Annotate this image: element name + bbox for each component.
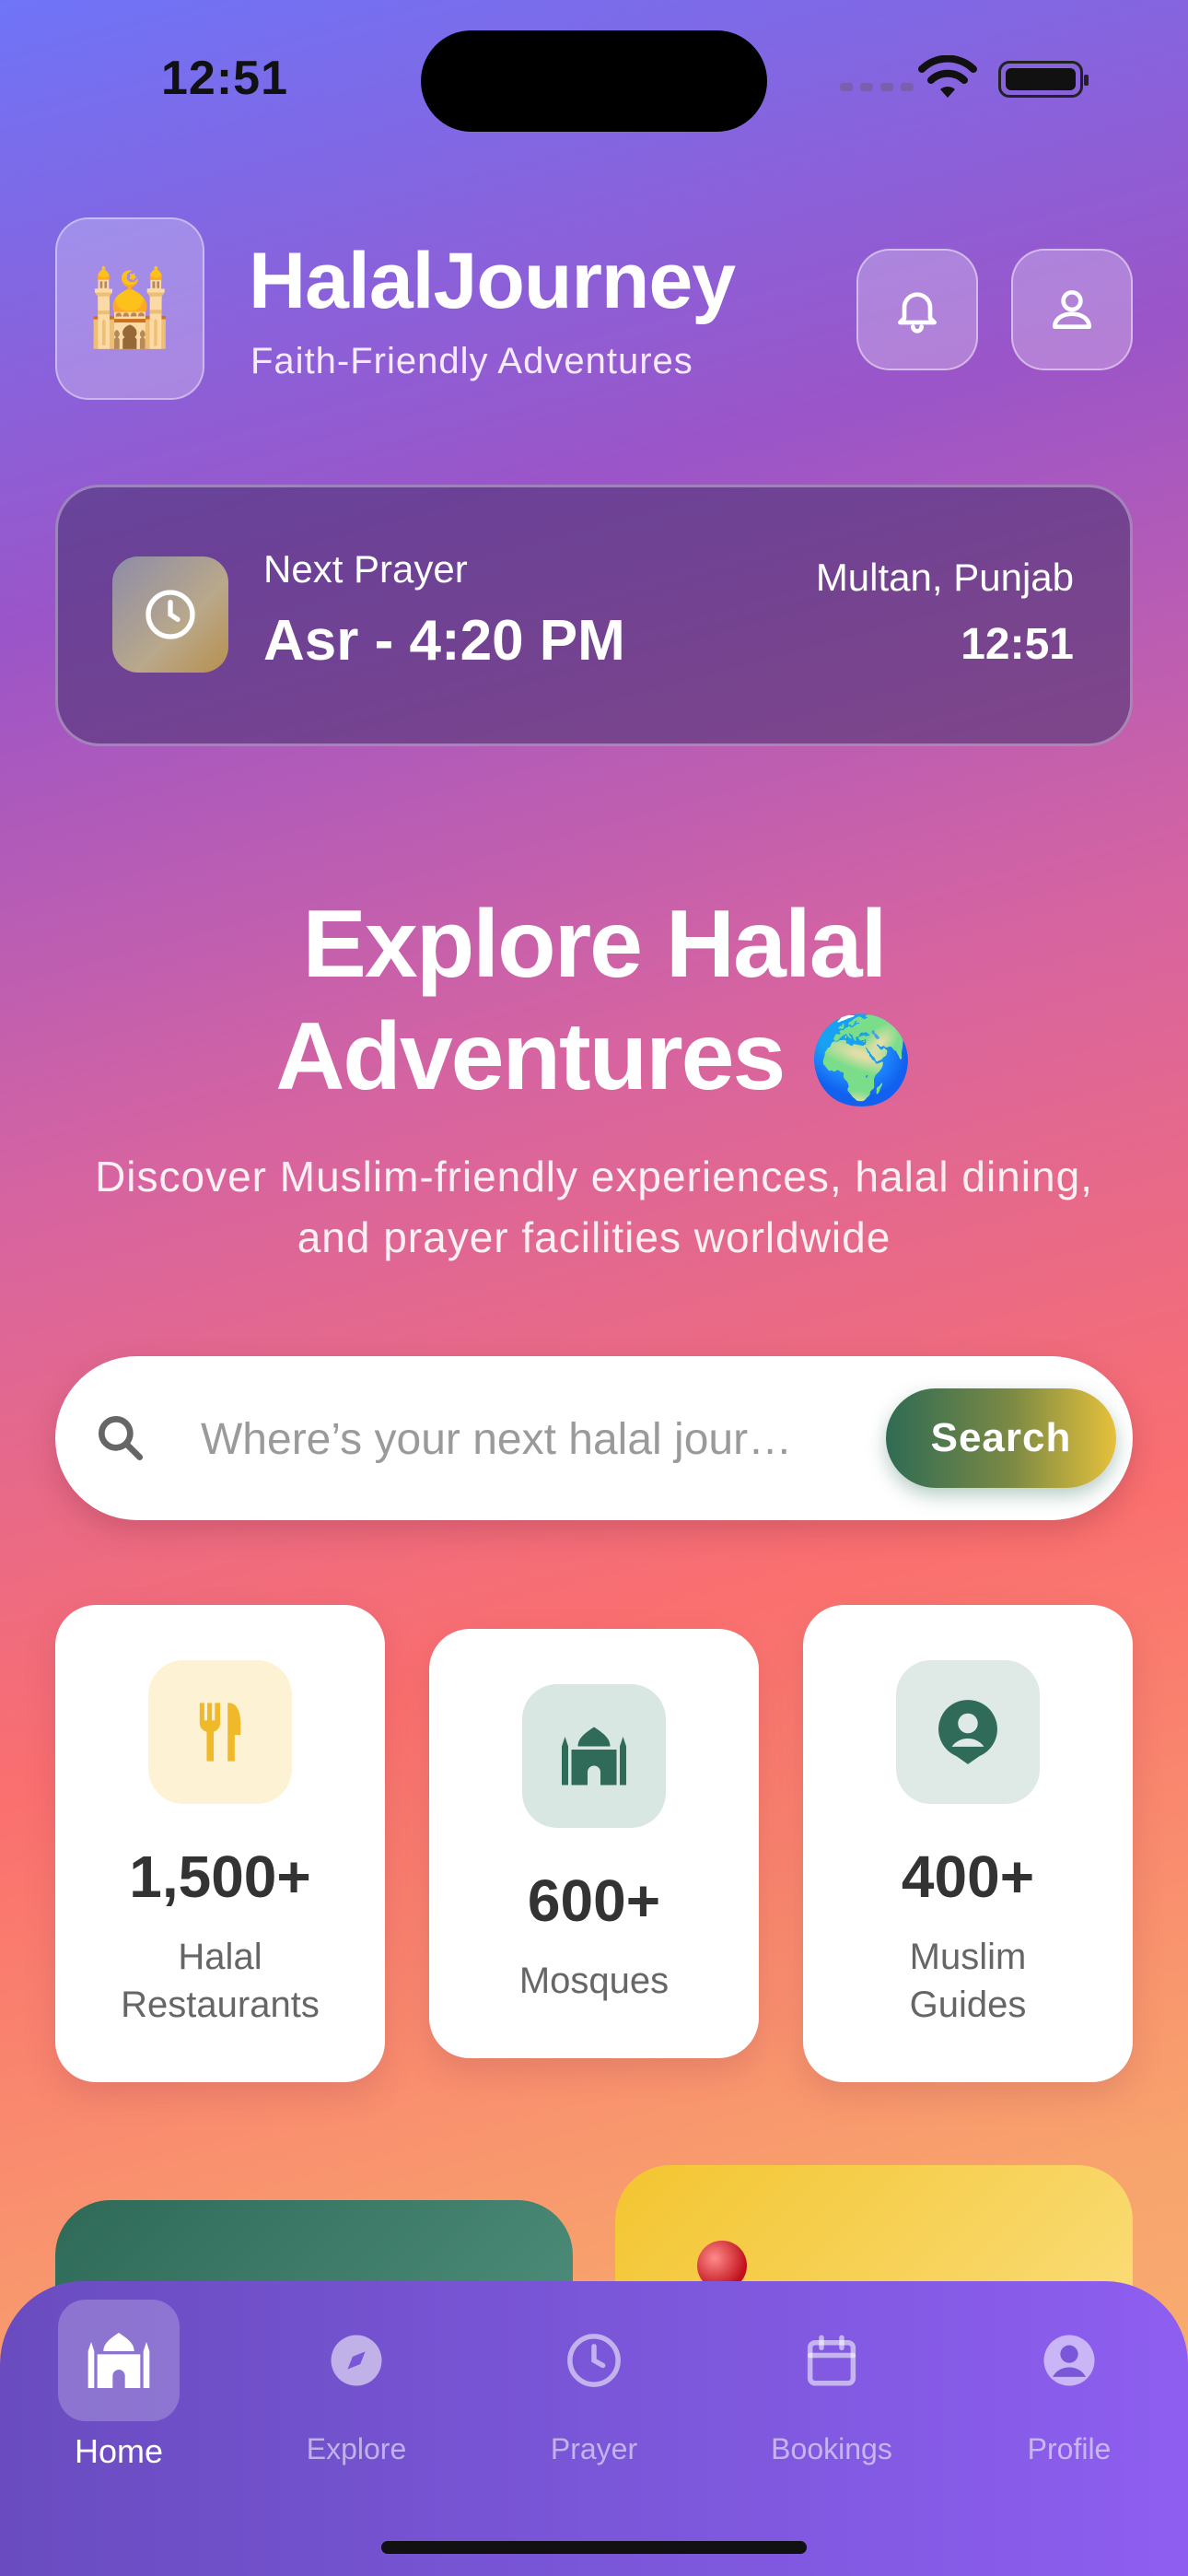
utensils-icon bbox=[199, 1703, 241, 1762]
stat-icon-restaurants bbox=[148, 1660, 292, 1804]
stat-label-mosques: Mosques bbox=[518, 1961, 670, 2001]
search-icon bbox=[98, 1415, 144, 1461]
hero-title-line1: Explore Halal bbox=[302, 891, 888, 998]
hero-subtitle: Discover Muslim-friendly experiences, ha… bbox=[95, 1153, 1093, 1261]
user-icon bbox=[1053, 290, 1091, 329]
search-input[interactable] bbox=[199, 1397, 862, 1481]
status-time: 12:51 bbox=[161, 52, 288, 105]
nav-prayer-label: Prayer bbox=[550, 2432, 638, 2465]
nav-profile[interactable]: Profile bbox=[977, 2300, 1161, 2466]
nav-home[interactable]: Home bbox=[27, 2300, 211, 2471]
current-time: 12:51 bbox=[961, 620, 1074, 669]
notifications-button[interactable] bbox=[856, 249, 978, 370]
nav-prayer[interactable]: Prayer bbox=[502, 2300, 686, 2466]
profile-icon bbox=[1043, 2335, 1095, 2386]
app-logo: 🕌 bbox=[55, 217, 204, 400]
nav-explore-label: Explore bbox=[306, 2432, 407, 2465]
nav-bookings[interactable]: Bookings bbox=[740, 2300, 924, 2466]
dynamic-island bbox=[421, 30, 767, 132]
stat-icon-mosques bbox=[522, 1684, 666, 1828]
wifi-icon bbox=[918, 55, 977, 98]
nav-prayer-icon-wrap bbox=[533, 2300, 655, 2421]
hero-title-line2: Adventures bbox=[275, 1003, 786, 1110]
search-button[interactable]: Search bbox=[886, 1388, 1116, 1488]
stat-number-mosques: 600+ bbox=[527, 1868, 661, 1934]
nav-bookings-icon-wrap bbox=[771, 2300, 892, 2421]
prayer-location: Multan, Punjab bbox=[815, 556, 1074, 599]
stat-label-line2: Guides bbox=[909, 1985, 1027, 2025]
hero-title: Explore Halal Adventures 🌍 bbox=[0, 888, 1188, 1117]
nav-home-label: Home bbox=[74, 2432, 164, 2470]
clock-icon bbox=[567, 2334, 621, 2387]
mosque-icon bbox=[562, 1727, 626, 1786]
nav-profile-icon-wrap bbox=[1008, 2300, 1130, 2421]
guide-icon bbox=[938, 1700, 997, 1764]
stat-icon-guides bbox=[896, 1660, 1040, 1804]
stat-label-line1: Halal bbox=[178, 1937, 262, 1977]
stat-label-line1: Muslim bbox=[909, 1937, 1027, 1977]
app-subtitle: Faith-Friendly Adventures bbox=[250, 341, 693, 381]
app-title: HalalJourney bbox=[249, 237, 736, 325]
nav-bookings-label: Bookings bbox=[771, 2432, 892, 2465]
next-prayer-value: Asr - 4:20 PM bbox=[263, 609, 625, 673]
nav-profile-label: Profile bbox=[1027, 2432, 1112, 2465]
mosque-home-icon bbox=[87, 2333, 150, 2388]
home-indicator[interactable] bbox=[381, 2541, 807, 2554]
battery-icon bbox=[998, 61, 1089, 98]
mosque-logo-icon: 🕌 bbox=[84, 267, 176, 349]
cellular-signal-icon bbox=[840, 83, 914, 91]
stat-label-restaurants: Halal Restaurants bbox=[55, 1933, 385, 2029]
next-prayer-label: Next Prayer bbox=[263, 547, 468, 591]
stat-label-guides: Muslim Guides bbox=[803, 1933, 1133, 2029]
nav-home-icon-wrap bbox=[58, 2300, 180, 2421]
clock-icon bbox=[146, 590, 195, 639]
bell-icon bbox=[898, 292, 937, 334]
nav-explore-icon-wrap bbox=[296, 2300, 417, 2421]
calendar-icon bbox=[807, 2335, 856, 2386]
prayer-clock-badge bbox=[112, 556, 228, 673]
profile-button[interactable] bbox=[1011, 249, 1133, 370]
stat-number-guides: 400+ bbox=[901, 1844, 1035, 1910]
globe-icon: 🌍 bbox=[809, 1013, 914, 1107]
stat-label-line2: Restaurants bbox=[121, 1985, 320, 2025]
nav-explore[interactable]: Explore bbox=[264, 2300, 448, 2466]
compass-icon bbox=[331, 2335, 382, 2386]
stat-number-restaurants: 1,500+ bbox=[129, 1844, 311, 1910]
